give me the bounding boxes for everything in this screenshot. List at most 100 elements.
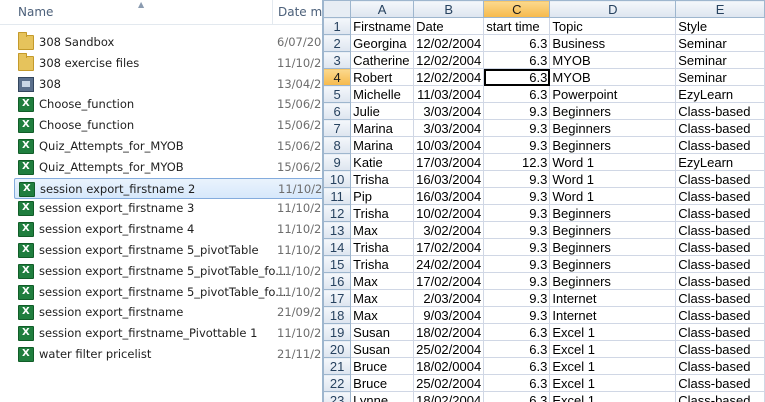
row-header[interactable]: 8	[323, 136, 352, 154]
cell-e7[interactable]: Class-based	[675, 119, 765, 137]
row-header[interactable]: 2	[323, 34, 352, 52]
cell-d7[interactable]: Beginners	[549, 119, 677, 137]
file-list-item[interactable]: water filter pricelist 21/11/20	[14, 344, 322, 365]
row-header[interactable]: 21	[323, 357, 352, 375]
cell-a7[interactable]: Marina	[350, 119, 415, 137]
cell-b15[interactable]: 24/02/2004	[413, 255, 485, 273]
cell-e22[interactable]: Class-based	[675, 374, 765, 392]
column-header-e[interactable]: E	[675, 0, 765, 18]
cell-b22[interactable]: 25/02/2004	[413, 374, 485, 392]
cell-a2[interactable]: Georgina	[350, 34, 415, 52]
cell-e16[interactable]: Class-based	[675, 272, 765, 290]
cell-b8[interactable]: 10/03/2004	[413, 136, 485, 154]
cell-e4[interactable]: Seminar	[675, 68, 765, 86]
file-list-item[interactable]: Choose_function 15/06/20	[14, 115, 322, 136]
cell-e20[interactable]: Class-based	[675, 340, 765, 358]
file-list-item[interactable]: 308 13/04/20	[14, 74, 322, 95]
file-list-item[interactable]: 308 exercise files 11/10/20	[14, 52, 322, 74]
cell-e6[interactable]: Class-based	[675, 102, 765, 120]
cell-d14[interactable]: Beginners	[549, 238, 677, 256]
cell-c16[interactable]: 9.3	[483, 272, 551, 290]
row-header[interactable]: 13	[323, 221, 352, 239]
cell-e17[interactable]: Class-based	[675, 289, 765, 307]
cell-d13[interactable]: Beginners	[549, 221, 677, 239]
cell-c1[interactable]: start time	[483, 17, 551, 35]
cell-c3[interactable]: 6.3	[483, 51, 551, 69]
file-list-item[interactable]: session export_firstname_Pivottable 1 11/…	[14, 323, 322, 344]
cell-c10[interactable]: 9.3	[483, 170, 551, 188]
cell-b4[interactable]: 12/02/2004	[413, 68, 485, 86]
column-header-d[interactable]: D	[549, 0, 677, 18]
cell-e14[interactable]: Class-based	[675, 238, 765, 256]
file-list-item[interactable]: session export_firstname 5_pivotTable 11/…	[14, 240, 322, 261]
row-header[interactable]: 7	[323, 119, 352, 137]
cell-d10[interactable]: Word 1	[549, 170, 677, 188]
column-header-c[interactable]: C	[483, 0, 551, 18]
cell-b1[interactable]: Date	[413, 17, 485, 35]
cell-c7[interactable]: 9.3	[483, 119, 551, 137]
cell-e12[interactable]: Class-based	[675, 204, 765, 222]
row-header[interactable]: 23	[323, 391, 352, 402]
cell-d8[interactable]: Beginners	[549, 136, 677, 154]
row-header[interactable]: 3	[323, 51, 352, 69]
file-list-item[interactable]: Quiz_Attempts_for_MYOB 15/06/20	[14, 157, 322, 178]
row-header[interactable]: 4	[323, 68, 352, 86]
cell-e10[interactable]: Class-based	[675, 170, 765, 188]
row-header[interactable]: 17	[323, 289, 352, 307]
cell-d15[interactable]: Beginners	[549, 255, 677, 273]
column-header-b[interactable]: B	[413, 0, 485, 18]
cell-a6[interactable]: Julie	[350, 102, 415, 120]
cell-e8[interactable]: Class-based	[675, 136, 765, 154]
cell-e11[interactable]: Class-based	[675, 187, 765, 205]
cell-a18[interactable]: Max	[350, 306, 415, 324]
column-divider[interactable]	[272, 0, 273, 24]
row-header[interactable]: 19	[323, 323, 352, 341]
cell-b20[interactable]: 25/02/2004	[413, 340, 485, 358]
cell-c6[interactable]: 9.3	[483, 102, 551, 120]
cell-d22[interactable]: Excel 1	[549, 374, 677, 392]
cell-e15[interactable]: Class-based	[675, 255, 765, 273]
cell-e3[interactable]: Seminar	[675, 51, 765, 69]
cell-e2[interactable]: Seminar	[675, 34, 765, 52]
cell-a13[interactable]: Max	[350, 221, 415, 239]
cell-a5[interactable]: Michelle	[350, 85, 415, 103]
date-modified-column-header[interactable]: Date mo	[278, 5, 322, 19]
cell-d17[interactable]: Internet	[549, 289, 677, 307]
cell-e18[interactable]: Class-based	[675, 306, 765, 324]
cell-c23[interactable]: 6.3	[483, 391, 551, 402]
name-column-header[interactable]: Name	[18, 5, 53, 19]
row-header[interactable]: 12	[323, 204, 352, 222]
file-list-item[interactable]: Quiz_Attempts_for_MYOB 15/06/20	[14, 136, 322, 157]
file-list-item[interactable]: session export_firstname 3 11/10/20	[14, 198, 322, 219]
cell-a10[interactable]: Trisha	[350, 170, 415, 188]
select-all-corner[interactable]	[323, 0, 352, 18]
row-header[interactable]: 18	[323, 306, 352, 324]
cell-c4[interactable]: 6.3	[483, 68, 551, 86]
cell-a14[interactable]: Trisha	[350, 238, 415, 256]
cell-b3[interactable]: 12/02/2004	[413, 51, 485, 69]
row-header[interactable]: 1	[323, 17, 352, 35]
cell-e5[interactable]: EzyLearn	[675, 85, 765, 103]
cell-c20[interactable]: 6.3	[483, 340, 551, 358]
file-list-item[interactable]: session export_firstname 2 11/10/20	[14, 177, 322, 199]
cell-b17[interactable]: 2/03/2004	[413, 289, 485, 307]
cell-a20[interactable]: Susan	[350, 340, 415, 358]
cell-a16[interactable]: Max	[350, 272, 415, 290]
cell-b12[interactable]: 10/02/2004	[413, 204, 485, 222]
row-header[interactable]: 9	[323, 153, 352, 171]
cell-c2[interactable]: 6.3	[483, 34, 551, 52]
cell-b16[interactable]: 17/02/2004	[413, 272, 485, 290]
file-list-item[interactable]: session export_firstname 21/09/20	[14, 302, 322, 323]
cell-d21[interactable]: Excel 1	[549, 357, 677, 375]
cell-a17[interactable]: Max	[350, 289, 415, 307]
cell-a8[interactable]: Marina	[350, 136, 415, 154]
cell-a15[interactable]: Trisha	[350, 255, 415, 273]
row-header[interactable]: 15	[323, 255, 352, 273]
cell-c22[interactable]: 6.3	[483, 374, 551, 392]
cell-d6[interactable]: Beginners	[549, 102, 677, 120]
cell-b13[interactable]: 3/02/2004	[413, 221, 485, 239]
cell-d19[interactable]: Excel 1	[549, 323, 677, 341]
cell-d11[interactable]: Word 1	[549, 187, 677, 205]
cell-d4[interactable]: MYOB	[549, 68, 677, 86]
cell-d9[interactable]: Word 1	[549, 153, 677, 171]
